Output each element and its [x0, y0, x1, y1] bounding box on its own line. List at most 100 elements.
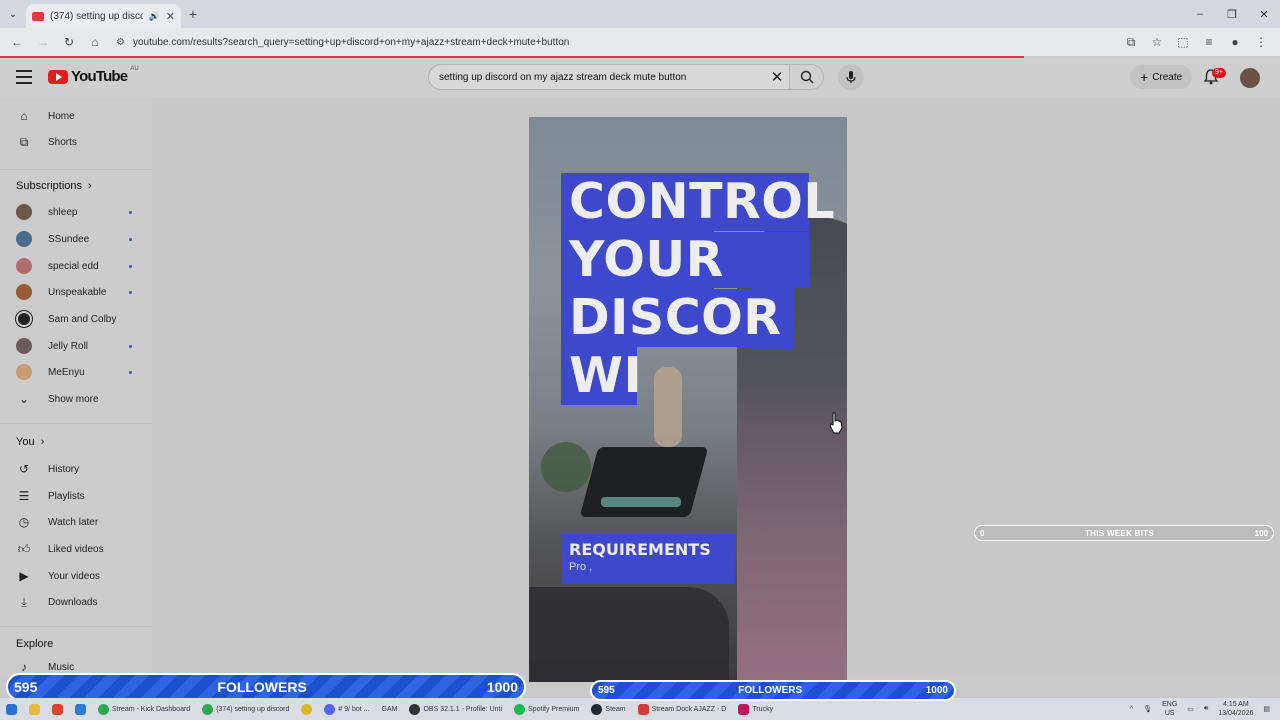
taskbar-app[interactable]: Trucky [732, 703, 779, 715]
discord-icon [324, 703, 336, 715]
bookmark-star-icon[interactable]: ☆ [1146, 31, 1168, 53]
taskbar-app[interactable] [69, 703, 92, 715]
sidebar-item-subscription[interactable]: Unspeakable [0, 279, 152, 305]
taskbar-app-label: GAM [381, 705, 398, 713]
media-controls-icon[interactable]: ≡ [1198, 31, 1220, 53]
taskbar-app[interactable]: Stream - Kick Dashboard [92, 703, 196, 715]
taskbar-app-label: Steam [605, 705, 626, 713]
browser-menu-icon[interactable]: ⋮ [1250, 31, 1272, 53]
windows-taskbar: Stream - Kick Dashboard (374) setting up… [0, 698, 1280, 720]
windows-start-icon [6, 703, 17, 715]
sidebar-item-your-videos[interactable]: ▶ Your videos [0, 563, 152, 589]
sidebar-item-show-more[interactable]: ⌄ Show more [0, 386, 152, 412]
sidebar-item-subscription[interactable]: SSundee [0, 226, 152, 252]
followers-goal-bar-small: 595 FOLLOWERS 1000 [590, 680, 956, 701]
sidebar-item-label: Playlists [48, 490, 85, 502]
sidebar-item-watch-later[interactable]: ◷ Watch later [0, 509, 152, 535]
taskbar-app[interactable] [46, 703, 69, 715]
network-icon[interactable]: ▭ [1187, 705, 1194, 713]
sidebar-item-home[interactable]: ⌂ Home [0, 103, 152, 129]
sidebar-item-downloads[interactable]: ⤓ Downloads [0, 589, 152, 615]
site-info-icon[interactable]: ⚙ [116, 37, 125, 48]
steam-icon [591, 703, 603, 715]
requirements-title: REQUIREMENTS [569, 540, 711, 559]
app-icon [52, 703, 63, 715]
taskbar-app[interactable]: (374) setting up discord [196, 703, 295, 715]
taskbar-app-label: Spotify Premium [528, 705, 580, 713]
close-tab-icon[interactable]: ✕ [166, 10, 175, 23]
sidebar-item-label: Watch later [48, 516, 99, 528]
sidebar-item-label: Show more [48, 393, 99, 405]
youtube-logo[interactable]: YouTube AU [48, 66, 139, 85]
taskbar-app[interactable] [295, 703, 318, 715]
account-avatar[interactable] [1240, 68, 1260, 88]
taskbar-app[interactable]: GAM [376, 706, 404, 713]
extensions-icon[interactable]: ⬚ [1172, 31, 1194, 53]
subscriptions-heading[interactable]: Subscriptions › [16, 180, 92, 192]
taskbar-app-label: (374) setting up discord [216, 705, 290, 713]
chevron-right-icon: › [88, 180, 92, 192]
create-button[interactable]: + Create [1130, 65, 1193, 89]
chevron-right-icon: › [40, 436, 45, 448]
sidebar-item-liked-videos[interactable]: 👍︎ Liked videos [0, 536, 152, 562]
taskbar-app-label: Trucky [752, 705, 774, 713]
taskbar-app[interactable]: Stream Dock AJAZZ - D [632, 703, 733, 715]
taskbar-app[interactable]: Spotify Premium [508, 703, 585, 715]
sidebar-item-subscription[interactable]: MeEnyu [0, 359, 152, 385]
sidebar-item-subscription[interactable]: Sam and Colby [0, 306, 152, 332]
taskbar-app[interactable]: Steam [585, 703, 631, 715]
hand-cursor-icon [829, 412, 843, 434]
speaker-icon[interactable]: 🔊 [149, 11, 160, 22]
back-icon[interactable]: ← [6, 31, 28, 53]
toolbar-right: ⧉ ☆ ⬚ ≡ ● ⋮ [1120, 31, 1272, 53]
close-window-button[interactable]: ✕ [1248, 0, 1280, 28]
taskbar-app[interactable]: OBS 32.1.1 - Profile: Unti [403, 703, 508, 715]
notification-center-icon[interactable]: ▤ [1263, 705, 1270, 713]
voice-search-button[interactable] [838, 64, 864, 90]
new-tab-button[interactable]: + [181, 6, 205, 22]
volume-icon[interactable]: 🔊︎ [1204, 705, 1208, 713]
video-headline: CONTROL YOUR DISCOR WI [561, 173, 835, 405]
followers-current: 595 [14, 679, 38, 695]
clear-search-icon[interactable]: ✕ [765, 68, 789, 86]
tray-overflow-icon[interactable]: ^ [1130, 706, 1133, 713]
home-icon[interactable]: ⌂ [84, 31, 106, 53]
sidebar-item-label: Music [48, 661, 75, 673]
maximize-button[interactable]: ❐ [1216, 0, 1248, 28]
address-bar[interactable]: ⚙ youtube.com/results?search_query=setti… [116, 31, 1076, 53]
taskbar-app[interactable] [23, 703, 46, 715]
requirements-subtitle: Pro , [569, 561, 593, 573]
reload-icon[interactable]: ↻ [58, 31, 80, 53]
followers-goal-bar: 595 FOLLOWERS 1000 [6, 673, 526, 701]
browser-tab-active[interactable]: (374) setting up discord on 🔊 ✕ [26, 4, 181, 28]
hamburger-menu-icon[interactable] [16, 70, 32, 88]
sidebar-item-history[interactable]: ↺ History [0, 456, 152, 482]
sidebar-item-subscription[interactable]: special edd [0, 253, 152, 279]
search-input[interactable] [439, 71, 765, 83]
sidebar-item-shorts[interactable]: ⧉ Shorts [0, 129, 152, 155]
forward-icon[interactable]: → [32, 31, 54, 53]
clock[interactable]: 4:15 AM 13/04/2026 [1218, 700, 1253, 718]
new-content-dot [129, 290, 132, 294]
sidebar-item-subscription[interactable]: shleep [0, 199, 152, 225]
install-app-icon[interactable]: ⧉ [1120, 31, 1142, 53]
you-heading[interactable]: You › [16, 436, 44, 448]
minimize-button[interactable]: – [1184, 0, 1216, 28]
chrome-icon [202, 703, 214, 715]
headline-line: WI [561, 347, 642, 405]
microphone-tray-icon[interactable]: 🎙︎ [1143, 705, 1152, 713]
tab-title: (374) setting up discord on [50, 10, 143, 22]
new-content-dot [129, 264, 132, 268]
profile-avatar-icon[interactable]: ● [1224, 31, 1246, 53]
start-button[interactable] [0, 703, 23, 715]
channel-avatar [16, 338, 32, 354]
channel-name: special edd [48, 260, 99, 272]
tab-search-icon[interactable]: ⌄ [0, 0, 26, 28]
sidebar-item-subscription[interactable]: Jelly Roll [0, 333, 152, 359]
taskbar-app[interactable]: # 9/ bot ... [318, 703, 375, 715]
headline-line: CONTROL [561, 173, 835, 231]
sidebar-item-playlists[interactable]: ☰ Playlists [0, 483, 152, 509]
search-button[interactable] [790, 64, 824, 90]
language-indicator[interactable]: ENG US [1162, 700, 1177, 718]
followers-goal: 1000 [925, 685, 948, 696]
